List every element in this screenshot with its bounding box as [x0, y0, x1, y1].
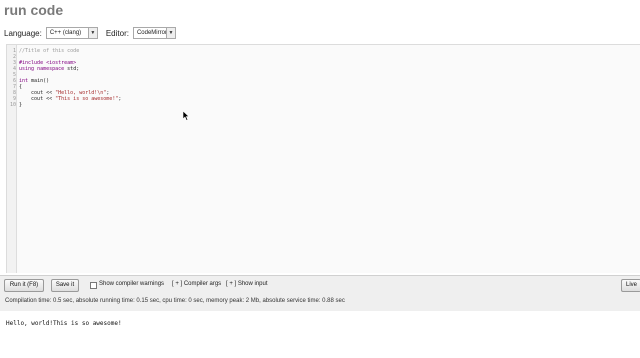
language-value: C++ (clang) — [49, 30, 82, 36]
code-token: ; — [118, 96, 122, 102]
code-editor[interactable]: 1//Title of this code 2 3 #include <iostrea… — [6, 44, 640, 273]
chevron-down-icon[interactable]: ▼ — [87, 28, 97, 38]
code-token: "This is so awesome!" — [55, 96, 119, 102]
show-input-toggle[interactable]: [ + ] Show input — [226, 281, 268, 287]
code-text: cout << "This is so awesome!"; — [19, 96, 121, 102]
code-token: namespace — [37, 66, 68, 72]
editor-value: CodeMirror — [136, 30, 167, 36]
live-button[interactable]: Live — [621, 279, 640, 292]
code-text: } — [19, 102, 22, 108]
save-button[interactable]: Save it — [51, 279, 79, 292]
editor-select[interactable]: CodeMirror ▼ — [132, 27, 176, 39]
code-text: //Title of this code — [19, 48, 79, 54]
run-button[interactable]: Run it (F8) — [4, 279, 44, 292]
execution-stats: Compilation time: 0.5 sec, absolute runn… — [5, 298, 345, 304]
code-token: std; — [67, 66, 80, 72]
language-select[interactable]: C++ (clang) ▼ — [45, 27, 98, 39]
code-token: using — [19, 66, 38, 72]
code-text: int main() — [19, 78, 49, 84]
code-token: } — [19, 102, 23, 108]
code-text: using namespace std; — [19, 66, 79, 72]
code-token: //Title of this code — [19, 48, 80, 54]
compiler-args-toggle[interactable]: [ + ] Compiler args — [172, 281, 221, 287]
language-label: Language: — [4, 28, 42, 38]
mouse-pointer-icon — [183, 111, 190, 121]
program-output: Hello, world!This is so awesome! — [6, 320, 122, 327]
code-token: main() — [31, 78, 50, 84]
compiler-warnings-checkbox[interactable] — [90, 282, 97, 289]
page-title: run code — [4, 2, 64, 18]
toolbar: Language: C++ (clang) ▼ Editor: CodeMirr… — [4, 26, 176, 40]
editor-label: Editor: — [105, 28, 129, 38]
action-bar: Run it (F8) Save it Show compiler warnin… — [0, 275, 640, 311]
compiler-warnings-label: Show compiler warnings — [99, 281, 165, 287]
code-token: cout << — [19, 96, 56, 102]
line-number: 10 — [9, 102, 16, 108]
chevron-down-icon[interactable]: ▼ — [165, 28, 175, 38]
